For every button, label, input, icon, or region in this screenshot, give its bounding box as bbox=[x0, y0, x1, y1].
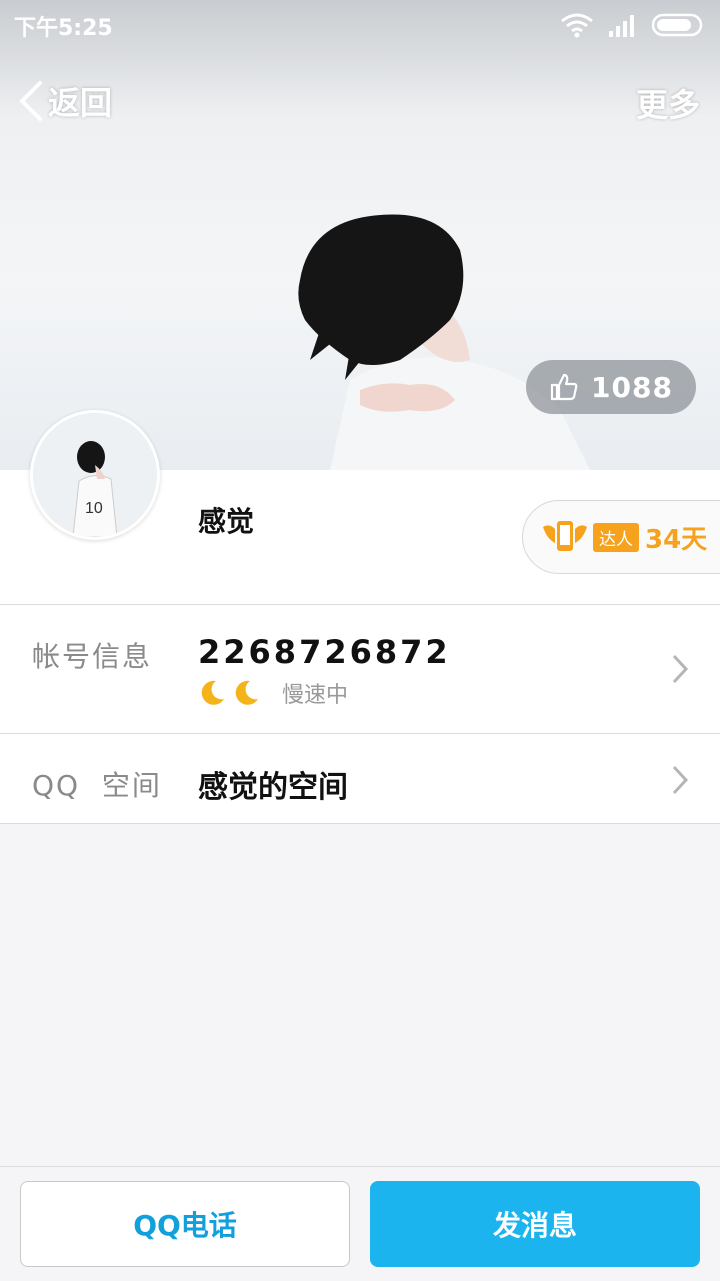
signal-icon bbox=[609, 15, 634, 37]
qzone-row[interactable]: QQ 空间 感觉的空间 bbox=[0, 734, 720, 824]
qzone-name: 感觉的空间 bbox=[198, 770, 348, 805]
back-chevron-icon bbox=[19, 81, 42, 121]
chevron-right-icon bbox=[672, 654, 689, 684]
winged-phone-icon bbox=[543, 521, 587, 551]
more-button[interactable]: 更多 bbox=[636, 80, 700, 126]
acceleration-status: 慢速中 bbox=[282, 683, 349, 708]
back-label: 返回 bbox=[48, 84, 113, 122]
qq-call-button[interactable]: QQ电话 bbox=[20, 1181, 350, 1267]
level-indicator: 慢速中 bbox=[198, 677, 348, 709]
wifi-icon bbox=[561, 13, 593, 38]
back-button[interactable]: 返回 bbox=[16, 78, 112, 124]
avatar[interactable]: 10 bbox=[30, 410, 160, 540]
cover-photo-person bbox=[298, 214, 590, 470]
chevron-right-icon bbox=[672, 765, 689, 795]
bottom-action-bar: QQ电话 发消息 bbox=[0, 1166, 720, 1281]
status-time: 下午5:25 bbox=[14, 16, 113, 41]
nav-bar: 返回 更多 bbox=[0, 70, 720, 130]
qzone-label: QQ 空间 bbox=[32, 769, 162, 802]
vip-days: 34天 bbox=[645, 524, 708, 555]
vip-tag: 达人 bbox=[593, 522, 639, 552]
like-count: 1088 bbox=[591, 370, 673, 404]
cover-photo[interactable]: 下午5:25 返回 更多 1088 bbox=[0, 0, 720, 470]
battery-icon bbox=[652, 13, 703, 37]
status-bar: 下午5:25 bbox=[0, 0, 720, 50]
like-button[interactable]: 1088 bbox=[526, 360, 696, 414]
qq-number: 2268726872 bbox=[198, 633, 451, 671]
avatar-image: 10 bbox=[33, 413, 157, 537]
moon-icon bbox=[235, 680, 258, 705]
nickname: 感觉 bbox=[198, 505, 255, 538]
moon-icon bbox=[201, 680, 224, 705]
svg-text:10: 10 bbox=[85, 500, 103, 517]
thumbs-up-icon bbox=[550, 373, 578, 401]
account-info-row[interactable]: 帐号信息 2268726872 慢速中 bbox=[0, 605, 720, 734]
send-message-button[interactable]: 发消息 bbox=[370, 1181, 700, 1267]
account-info-label: 帐号信息 bbox=[32, 640, 153, 673]
vip-badge[interactable]: 达人 34天 bbox=[522, 500, 720, 574]
